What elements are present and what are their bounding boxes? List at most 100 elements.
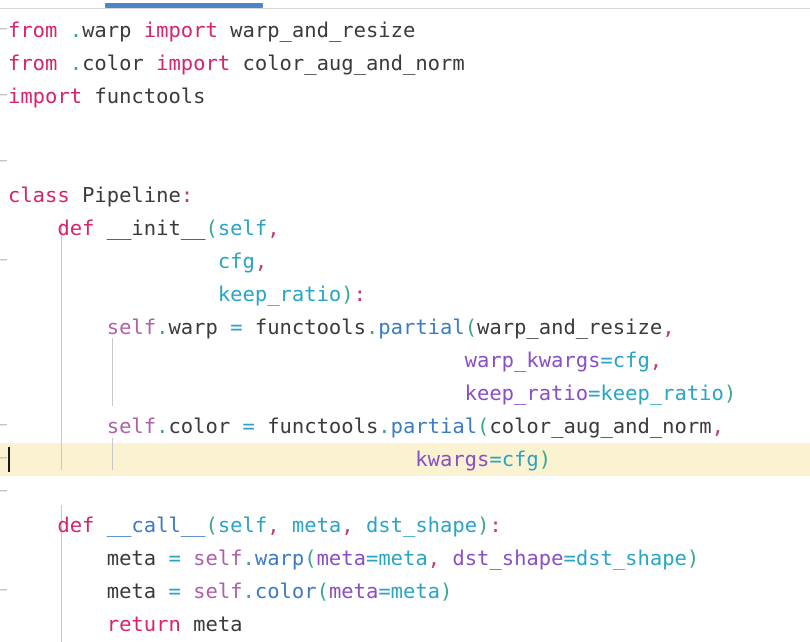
code-token: self bbox=[193, 579, 243, 603]
code-line-content: warp_kwargs=cfg, bbox=[0, 344, 810, 377]
code-line[interactable]: self.warp = functools.partial(warp_and_r… bbox=[0, 311, 810, 344]
code-token: , bbox=[662, 315, 675, 339]
code-token: = bbox=[600, 348, 613, 372]
code-token: ( bbox=[205, 216, 218, 240]
code-line-content: return meta bbox=[0, 608, 810, 641]
code-token: warp bbox=[168, 315, 218, 339]
code-token: from bbox=[8, 18, 58, 42]
code-token: keep_ratio bbox=[464, 381, 589, 405]
code-token: = bbox=[378, 579, 391, 603]
code-token: from bbox=[8, 51, 58, 75]
code-line[interactable]: meta = self.color(meta=meta) bbox=[0, 575, 810, 608]
code-token: ( bbox=[477, 414, 490, 438]
code-token: = bbox=[365, 546, 379, 570]
code-token: , bbox=[267, 513, 280, 537]
code-token: : bbox=[180, 183, 194, 207]
code-token: . bbox=[242, 579, 255, 603]
code-token: = bbox=[588, 381, 601, 405]
code-token: color bbox=[82, 51, 144, 75]
code-line-content: meta = self.color(meta=meta) bbox=[0, 575, 810, 608]
code-token: = bbox=[230, 315, 243, 339]
code-line[interactable]: keep_ratio): bbox=[0, 278, 810, 311]
code-token: import bbox=[156, 51, 231, 75]
code-line[interactable]: from .color import color_aug_and_norm bbox=[0, 47, 810, 80]
code-token: : bbox=[489, 513, 502, 537]
code-token: dst_shape bbox=[575, 546, 687, 570]
code-token: Pipeline bbox=[82, 183, 181, 207]
code-token: keep_ratio bbox=[600, 381, 724, 405]
code-token: ( bbox=[205, 513, 218, 537]
code-token: color bbox=[168, 414, 231, 438]
code-token: . bbox=[378, 414, 391, 438]
active-tab-indicator bbox=[105, 3, 263, 8]
code-token: def bbox=[57, 216, 95, 240]
code-token: = bbox=[168, 546, 181, 570]
code-line[interactable] bbox=[0, 476, 810, 509]
code-line[interactable]: kwargs=cfg) bbox=[0, 443, 810, 476]
code-line[interactable] bbox=[0, 113, 810, 146]
code-token: dst_shape bbox=[452, 546, 564, 570]
code-line[interactable]: def __call__(self, meta, dst_shape): bbox=[0, 509, 810, 542]
code-token: meta bbox=[378, 546, 428, 570]
code-line-content: self.color = functools.partial(color_aug… bbox=[0, 410, 810, 443]
code-token: . bbox=[156, 315, 169, 339]
code-line-content: keep_ratio=keep_ratio) bbox=[0, 377, 810, 410]
code-line-content: self.warp = functools.partial(warp_and_r… bbox=[0, 311, 810, 344]
code-line-content bbox=[0, 113, 810, 146]
code-line-content: def __call__(self, meta, dst_shape): bbox=[0, 509, 810, 542]
code-token: = bbox=[242, 414, 255, 438]
code-line[interactable]: return meta bbox=[0, 608, 810, 641]
code-editor[interactable]: ⌐⌐⌐⌐⌐⌐⌐⌐ from .warp import warp_and_resi… bbox=[0, 0, 810, 642]
code-token: self bbox=[217, 513, 268, 537]
code-token: = bbox=[168, 579, 181, 603]
code-line[interactable] bbox=[0, 146, 810, 179]
code-line[interactable]: self.color = functools.partial(color_aug… bbox=[0, 410, 810, 443]
code-token: ) bbox=[440, 579, 453, 603]
code-token: meta bbox=[390, 579, 441, 603]
code-line-content: kwargs=cfg) bbox=[0, 443, 810, 476]
code-token: partial bbox=[390, 414, 478, 438]
code-token: , bbox=[341, 513, 354, 537]
code-token: partial bbox=[378, 315, 465, 339]
code-token: meta bbox=[328, 579, 379, 603]
editor-tab-strip[interactable] bbox=[0, 0, 810, 9]
code-token: . bbox=[69, 51, 83, 75]
code-line-content: meta = self.warp(meta=meta, dst_shape=ds… bbox=[0, 542, 810, 575]
code-token: __init__ bbox=[106, 216, 206, 240]
code-line[interactable]: class Pipeline: bbox=[0, 179, 810, 212]
code-token: . bbox=[69, 18, 83, 42]
code-token: . bbox=[156, 414, 169, 438]
code-token: warp bbox=[82, 18, 132, 42]
code-token: warp bbox=[254, 546, 305, 570]
code-line[interactable]: keep_ratio=keep_ratio) bbox=[0, 377, 810, 410]
code-line-content: from .color import color_aug_and_norm bbox=[0, 47, 810, 80]
code-line[interactable]: def __init__(self, bbox=[0, 212, 810, 245]
code-line[interactable]: import functools bbox=[0, 80, 810, 113]
code-line-content: def __init__(self, bbox=[0, 212, 810, 245]
code-token: class bbox=[8, 183, 70, 207]
code-line[interactable]: meta = self.warp(meta=meta, dst_shape=ds… bbox=[0, 542, 810, 575]
code-token: color_aug_and_norm bbox=[489, 414, 712, 438]
code-token: . bbox=[242, 546, 255, 570]
code-line[interactable]: warp_kwargs=cfg, bbox=[0, 344, 810, 377]
code-line[interactable]: from .warp import warp_and_resize bbox=[0, 14, 810, 47]
code-token: : bbox=[353, 282, 366, 306]
code-token: ) bbox=[686, 546, 700, 570]
code-line[interactable]: cfg, bbox=[0, 245, 810, 278]
